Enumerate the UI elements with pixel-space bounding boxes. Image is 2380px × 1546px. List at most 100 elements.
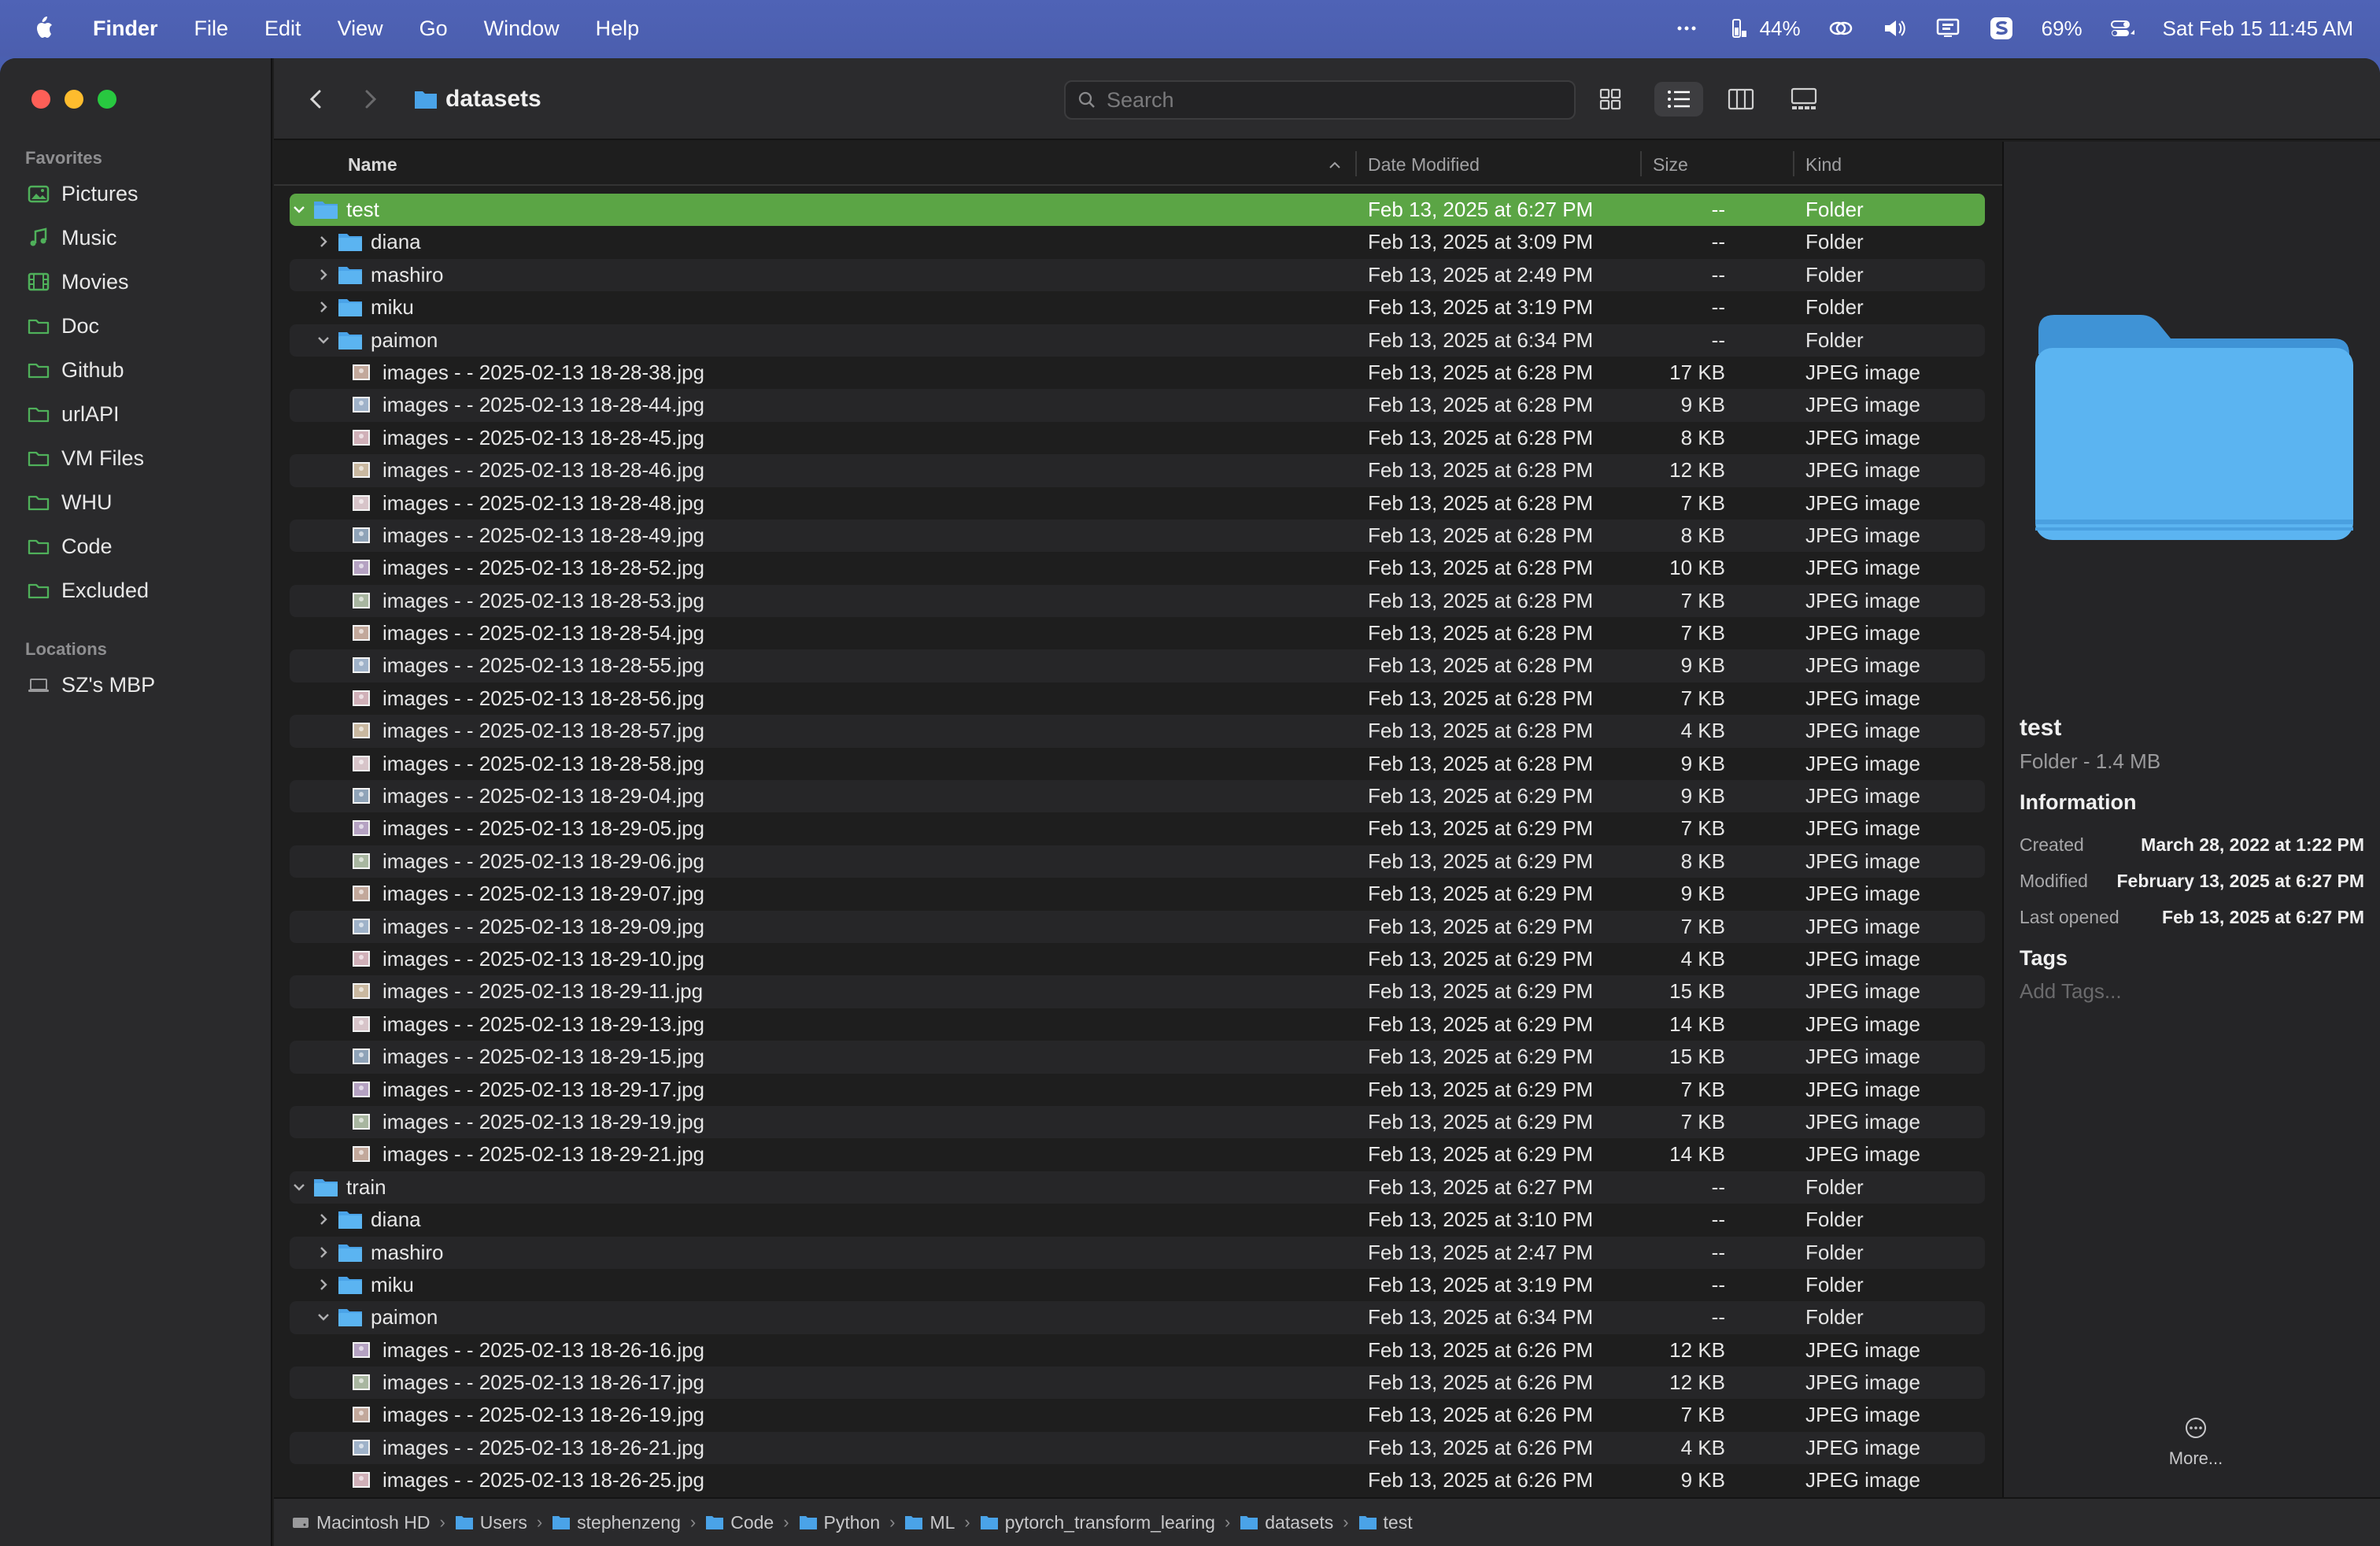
column-kind[interactable]: Kind [1805, 154, 1842, 176]
more-dots-icon[interactable] [1673, 15, 1700, 42]
file-row[interactable]: images - - 2025-02-13 18-29-21.jpg Feb 13… [290, 1138, 1985, 1171]
icon-view-button[interactable] [1593, 82, 1628, 117]
apple-icon[interactable] [31, 16, 54, 41]
file-row[interactable]: images - - 2025-02-13 18-26-16.jpg Feb 13… [290, 1334, 1985, 1367]
breadcrumb-item[interactable]: test [1358, 1512, 1413, 1533]
column-date-modified[interactable]: Date Modified [1368, 154, 1480, 176]
folder-row[interactable]: mashiro Feb 13, 2025 at 2:47 PM -- Folder [290, 1236, 1985, 1269]
breadcrumb-item[interactable]: datasets [1240, 1512, 1333, 1533]
more-button[interactable]: More... [2158, 1415, 2234, 1469]
sidebar-item-code[interactable]: Code [27, 526, 113, 567]
file-row[interactable]: images - - 2025-02-13 18-28-49.jpg Feb 13… [290, 519, 1985, 553]
file-row[interactable]: images - - 2025-02-13 18-29-15.jpg Feb 13… [290, 1041, 1985, 1074]
forward-button[interactable] [353, 82, 387, 117]
file-row[interactable]: images - - 2025-02-13 18-29-17.jpg Feb 13… [290, 1074, 1985, 1106]
file-row[interactable]: images - - 2025-02-13 18-28-56.jpg Feb 13… [290, 682, 1985, 715]
control-center-icon[interactable] [2109, 15, 2136, 42]
sidebar-item-music[interactable]: Music [27, 217, 117, 258]
sidebar-item-github[interactable]: Github [27, 350, 124, 390]
disclosure-collapsed-icon[interactable] [314, 265, 333, 284]
sidebar-item-pictures[interactable]: Pictures [27, 173, 139, 214]
folder-row[interactable]: miku Feb 13, 2025 at 3:19 PM -- Folder [290, 291, 1985, 324]
gallery-view-button[interactable] [1787, 82, 1821, 117]
breadcrumb-item[interactable]: pytorch_transform_learing [980, 1512, 1215, 1533]
sidebar-item-mbp[interactable]: SZ's MBP [27, 664, 155, 705]
breadcrumb-item[interactable]: ML [904, 1512, 955, 1533]
folder-row[interactable]: paimon Feb 13, 2025 at 6:34 PM -- Folder [290, 324, 1985, 357]
folder-row[interactable]: miku Feb 13, 2025 at 3:19 PM -- Folder [290, 1269, 1985, 1301]
menu-view[interactable]: View [338, 17, 383, 41]
disclosure-collapsed-icon[interactable] [314, 1275, 333, 1294]
menu-go[interactable]: Go [419, 17, 448, 41]
list-view-button[interactable] [1654, 82, 1703, 117]
zoom-button[interactable] [98, 90, 116, 109]
file-row[interactable]: images - - 2025-02-13 18-28-55.jpg Feb 13… [290, 649, 1985, 682]
disclosure-collapsed-icon[interactable] [314, 1210, 333, 1229]
file-row[interactable]: images - - 2025-02-13 18-29-09.jpg Feb 13… [290, 910, 1985, 943]
minimize-button[interactable] [65, 90, 83, 109]
file-row[interactable]: images - - 2025-02-13 18-28-44.jpg Feb 13… [290, 389, 1985, 422]
file-row[interactable]: images - - 2025-02-13 18-29-13.jpg Feb 13… [290, 1008, 1985, 1041]
file-row[interactable]: images - - 2025-02-13 18-26-19.jpg Feb 13… [290, 1399, 1985, 1431]
disclosure-collapsed-icon[interactable] [314, 232, 333, 251]
folder-row[interactable]: train Feb 13, 2025 at 6:27 PM -- Folder [290, 1171, 1985, 1204]
menu-edit[interactable]: Edit [264, 17, 301, 41]
breadcrumb-item[interactable]: Python [799, 1512, 880, 1533]
column-size[interactable]: Size [1653, 154, 1688, 176]
breadcrumb-item[interactable]: stephenzeng [552, 1512, 681, 1533]
disclosure-expanded-icon[interactable] [314, 1307, 333, 1326]
disclosure-expanded-icon[interactable] [290, 200, 309, 219]
file-row[interactable]: images - - 2025-02-13 18-29-04.jpg Feb 13… [290, 780, 1985, 813]
disclosure-expanded-icon[interactable] [290, 1178, 309, 1196]
volume-icon[interactable] [1881, 15, 1908, 42]
chevron-up-icon[interactable] [1327, 157, 1343, 173]
battery-percent[interactable]: 69% [2042, 17, 2082, 41]
file-row[interactable]: images - - 2025-02-13 18-26-21.jpg Feb 13… [290, 1431, 1985, 1465]
add-tags-field[interactable]: Add Tags... [2020, 979, 2122, 1004]
file-row[interactable]: images - - 2025-02-13 18-29-05.jpg Feb 13… [290, 812, 1985, 845]
display-icon[interactable] [1935, 15, 1961, 42]
app-s-icon[interactable] [1988, 15, 2015, 42]
folder-row[interactable]: test Feb 13, 2025 at 6:27 PM -- Folder [290, 194, 1985, 227]
file-row[interactable]: images - - 2025-02-13 18-28-46.jpg Feb 13… [290, 454, 1985, 487]
back-button[interactable] [299, 82, 334, 117]
search-input[interactable] [1107, 87, 1547, 113]
file-row[interactable]: images - - 2025-02-13 18-28-54.jpg Feb 13… [290, 617, 1985, 649]
file-row[interactable]: images - - 2025-02-13 18-28-53.jpg Feb 13… [290, 584, 1985, 618]
file-row[interactable]: images - - 2025-02-13 18-29-06.jpg Feb 13… [290, 845, 1985, 878]
breadcrumb-item[interactable]: Code [705, 1512, 774, 1533]
sidebar-item-excluded[interactable]: Excluded [27, 570, 149, 611]
breadcrumb-item[interactable]: Macintosh HD [291, 1512, 430, 1533]
folder-row[interactable]: diana Feb 13, 2025 at 3:09 PM -- Folder [290, 226, 1985, 258]
sidebar-item-whu[interactable]: WHU [27, 482, 112, 523]
file-row[interactable]: images - - 2025-02-13 18-28-57.jpg Feb 13… [290, 715, 1985, 748]
disclosure-collapsed-icon[interactable] [314, 298, 333, 316]
menu-finder[interactable]: Finder [93, 17, 158, 41]
sidebar-item-doc[interactable]: Doc [27, 305, 99, 346]
disclosure-collapsed-icon[interactable] [314, 1243, 333, 1262]
menu-file[interactable]: File [194, 17, 229, 41]
file-row[interactable]: images - - 2025-02-13 18-29-10.jpg Feb 13… [290, 943, 1985, 975]
menu-window[interactable]: Window [484, 17, 560, 41]
file-row[interactable]: images - - 2025-02-13 18-29-07.jpg Feb 13… [290, 878, 1985, 910]
folder-row[interactable]: mashiro Feb 13, 2025 at 2:49 PM -- Folder [290, 258, 1985, 292]
file-row[interactable]: images - - 2025-02-13 18-28-52.jpg Feb 13… [290, 552, 1985, 584]
folder-row[interactable]: diana Feb 13, 2025 at 3:10 PM -- Folder [290, 1204, 1985, 1236]
column-view-button[interactable] [1724, 82, 1758, 117]
link-rings-icon[interactable] [1828, 15, 1854, 42]
file-row[interactable]: images - - 2025-02-13 18-29-19.jpg Feb 13… [290, 1105, 1985, 1139]
file-row[interactable]: images - - 2025-02-13 18-26-25.jpg Feb 13… [290, 1464, 1985, 1496]
disclosure-expanded-icon[interactable] [314, 331, 333, 350]
clock[interactable]: Sat Feb 15 11:45 AM [2163, 17, 2353, 41]
sidebar-item-urlapi[interactable]: urlAPI [27, 394, 120, 435]
memory-status[interactable]: 44% [1727, 15, 1801, 42]
sidebar-item-movies[interactable]: Movies [27, 261, 129, 302]
menu-help[interactable]: Help [596, 17, 640, 41]
sidebar-item-vm-files[interactable]: VM Files [27, 438, 144, 479]
file-row[interactable]: images - - 2025-02-13 18-26-17.jpg Feb 13… [290, 1367, 1985, 1400]
file-row[interactable]: images - - 2025-02-13 18-28-38.jpg Feb 13… [290, 357, 1985, 389]
file-row[interactable]: images - - 2025-02-13 18-28-45.jpg Feb 13… [290, 422, 1985, 454]
breadcrumb-item[interactable]: Users [455, 1512, 527, 1533]
file-row[interactable]: images - - 2025-02-13 18-29-11.jpg Feb 13… [290, 975, 1985, 1008]
close-button[interactable] [31, 90, 50, 109]
